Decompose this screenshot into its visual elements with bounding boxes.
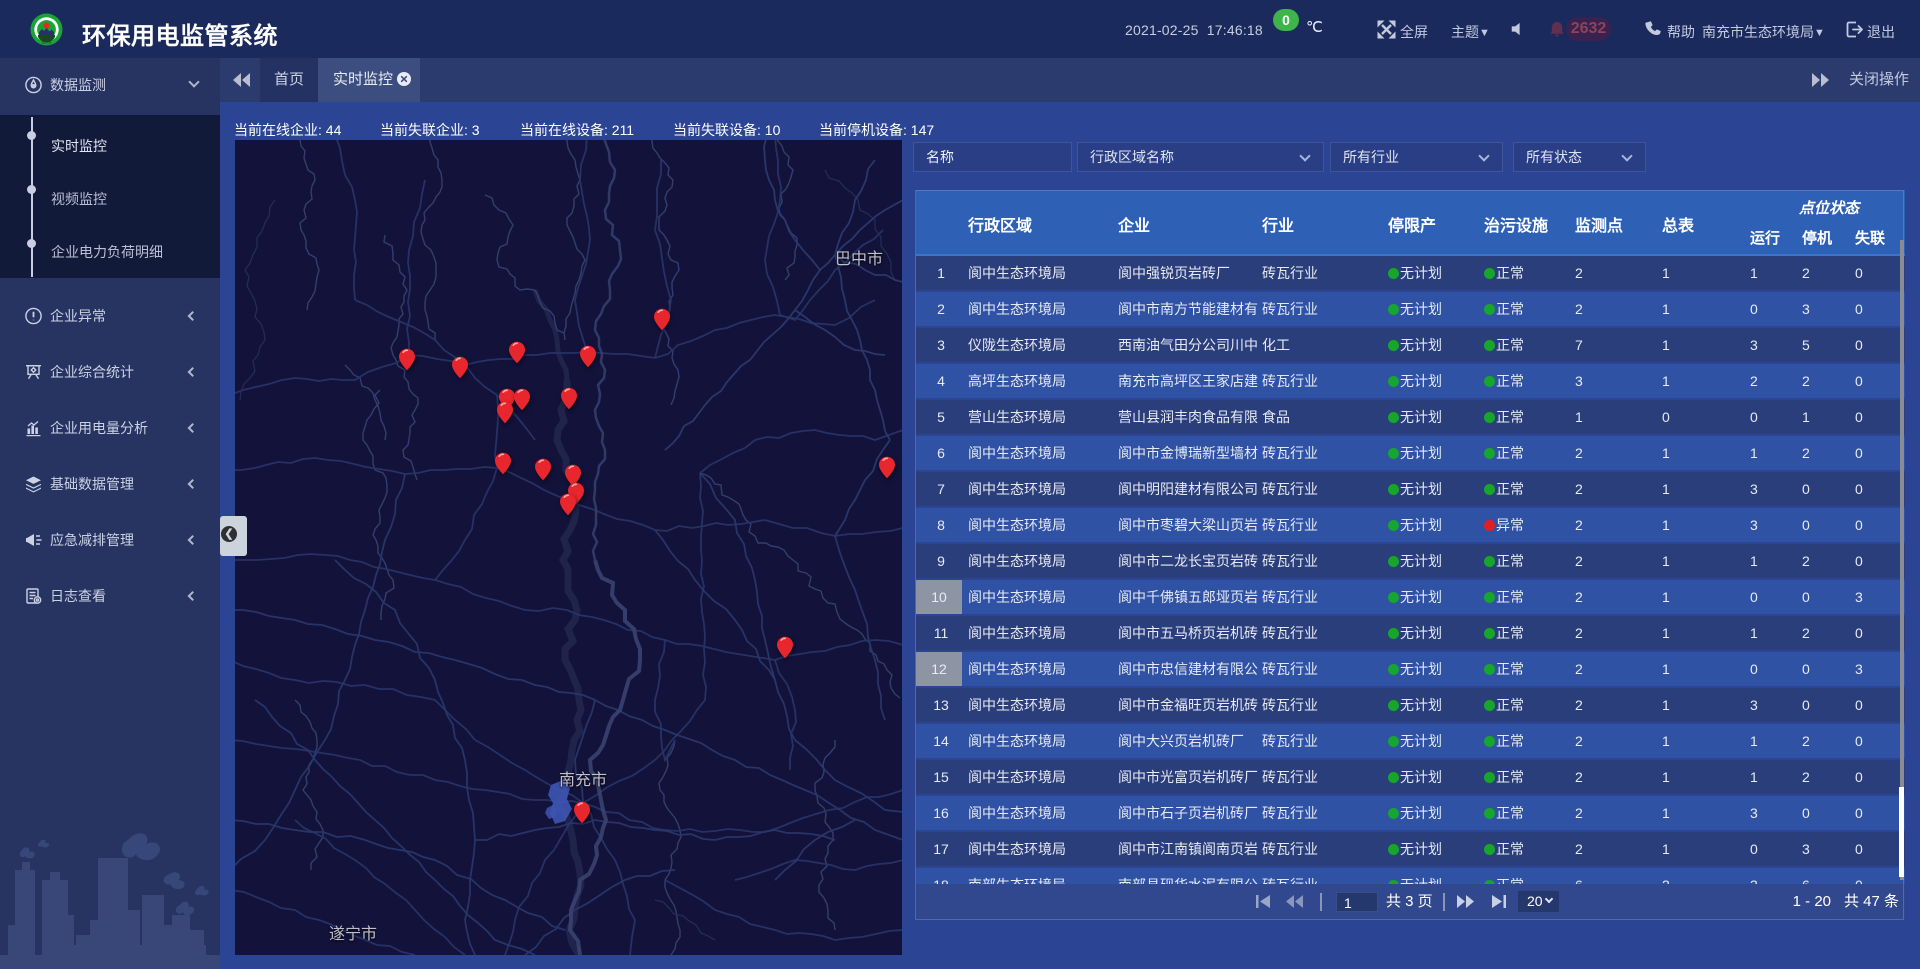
svg-text:四川省: 四川省 [42,40,52,45]
